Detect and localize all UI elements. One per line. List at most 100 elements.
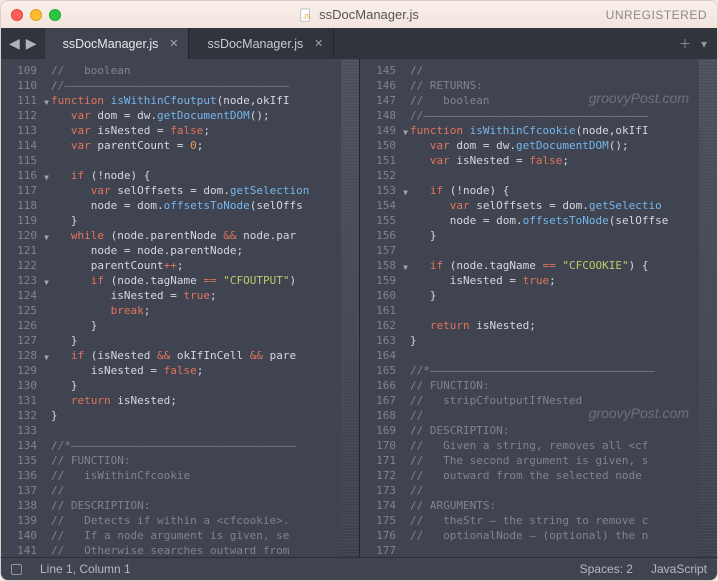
line-number[interactable]: 117 [1,183,51,198]
code-line[interactable]: // optionalNode – (optional) the n [410,528,699,543]
line-number[interactable]: 133 [1,423,51,438]
line-number[interactable]: 145 [360,63,410,78]
code-line[interactable]: //–––––––––––––––––––––––––––––––––– [51,78,341,93]
code-line[interactable]: // [410,63,699,78]
line-number[interactable]: 174 [360,498,410,513]
code-line[interactable] [51,153,341,168]
tab-menu-icon[interactable]: ▾ [701,37,707,51]
line-number[interactable]: 165 [360,363,410,378]
line-number[interactable]: 136 [1,468,51,483]
editor-pane-right[interactable]: 145146147148149▼150151152153▼15415515615… [359,59,717,557]
code-line[interactable]: isNested = false; [51,363,341,378]
line-number[interactable]: 169 [360,423,410,438]
line-number[interactable]: 129 [1,363,51,378]
line-number[interactable]: 166 [360,378,410,393]
code-line[interactable]: // outward from the selected node [410,468,699,483]
line-number[interactable]: 158▼ [360,258,410,273]
line-number[interactable]: 152 [360,168,410,183]
line-number[interactable]: 137 [1,483,51,498]
code-line[interactable]: // isWithinCfcookie [51,468,341,483]
code-line[interactable]: // theStr – the string to remove c [410,513,699,528]
line-number[interactable]: 163 [360,333,410,348]
code-line[interactable]: return isNested; [51,393,341,408]
line-number[interactable]: 130 [1,378,51,393]
line-number[interactable]: 147 [360,93,410,108]
line-number[interactable]: 159 [360,273,410,288]
line-number[interactable]: 176 [360,528,410,543]
code-line[interactable]: } [410,228,699,243]
minimap-left[interactable] [341,59,359,557]
gutter-right[interactable]: 145146147148149▼150151152153▼15415515615… [360,59,410,557]
line-number[interactable]: 139 [1,513,51,528]
code-line[interactable]: // [410,483,699,498]
code-line[interactable]: // ARGUMENTS: [410,498,699,513]
line-number[interactable]: 161 [360,303,410,318]
code-line[interactable]: var parentCount = 0; [51,138,341,153]
code-line[interactable]: //*–––––––––––––––––––––––––––––––––– [51,438,341,453]
code-left[interactable]: // boolean//––––––––––––––––––––––––––––… [51,59,341,557]
line-number[interactable]: 151 [360,153,410,168]
minimap-right[interactable] [699,59,717,557]
code-line[interactable]: // Given a string, removes all <cf [410,438,699,453]
line-number[interactable]: 122 [1,258,51,273]
code-line[interactable]: break; [51,303,341,318]
line-number[interactable]: 170 [360,438,410,453]
nav-forward-icon[interactable]: ▶ [26,35,37,52]
code-line[interactable]: // RETURNS: [410,78,699,93]
line-number[interactable]: 127 [1,333,51,348]
code-line[interactable]: // FUNCTION: [51,453,341,468]
code-line[interactable]: } [51,318,341,333]
code-line[interactable]: // DESCRIPTION: [410,423,699,438]
tab-1[interactable]: ssDocManager.js✕ [189,28,334,59]
line-number[interactable]: 128▼ [1,348,51,363]
code-line[interactable]: } [51,378,341,393]
line-number[interactable]: 146 [360,78,410,93]
code-line[interactable]: if (!node) { [51,168,341,183]
nav-back-icon[interactable]: ◀ [9,35,20,52]
line-number[interactable]: 132 [1,408,51,423]
code-line[interactable]: // boolean [51,63,341,78]
tab-close-icon[interactable]: ✕ [169,37,178,50]
zoom-window-button[interactable] [49,9,61,21]
line-number[interactable]: 173 [360,483,410,498]
code-line[interactable]: isNested = true; [410,273,699,288]
code-line[interactable]: // Otherwise searches outward from [51,543,341,557]
line-number[interactable]: 167 [360,393,410,408]
code-line[interactable] [410,543,699,557]
line-number[interactable]: 114 [1,138,51,153]
code-line[interactable]: // boolean [410,93,699,108]
code-line[interactable]: function isWithinCfcookie(node,okIfI [410,123,699,138]
line-number[interactable]: 121 [1,243,51,258]
line-number[interactable]: 131 [1,393,51,408]
line-number[interactable]: 123▼ [1,273,51,288]
code-line[interactable]: } [51,408,341,423]
code-line[interactable] [410,303,699,318]
line-number[interactable]: 141 [1,543,51,557]
code-line[interactable]: if (node.tagName == "CFCOOKIE") { [410,258,699,273]
code-line[interactable]: var isNested = false; [51,123,341,138]
language-mode[interactable]: JavaScript [651,562,707,576]
code-line[interactable]: if (!node) { [410,183,699,198]
line-number[interactable]: 125 [1,303,51,318]
code-line[interactable]: // stripCfoutputIfNested [410,393,699,408]
line-number[interactable]: 120▼ [1,228,51,243]
line-number[interactable]: 111▼ [1,93,51,108]
line-number[interactable]: 156 [360,228,410,243]
close-window-button[interactable] [11,9,23,21]
line-number[interactable]: 119 [1,213,51,228]
line-number[interactable]: 148 [360,108,410,123]
line-number[interactable]: 157 [360,243,410,258]
line-number[interactable]: 126 [1,318,51,333]
code-line[interactable]: node = dom.offsetsToNode(selOffs [51,198,341,213]
code-line[interactable]: var isNested = false; [410,153,699,168]
code-line[interactable]: if (isNested && okIfInCell && pare [51,348,341,363]
tab-0[interactable]: ssDocManager.js✕ [45,28,190,59]
code-line[interactable]: node = node.parentNode; [51,243,341,258]
line-number[interactable]: 124 [1,288,51,303]
line-number[interactable]: 138 [1,498,51,513]
code-line[interactable]: parentCount++; [51,258,341,273]
code-line[interactable]: // FUNCTION: [410,378,699,393]
code-line[interactable]: // If a node argument is given, se [51,528,341,543]
line-number[interactable]: 164 [360,348,410,363]
minimize-window-button[interactable] [30,9,42,21]
